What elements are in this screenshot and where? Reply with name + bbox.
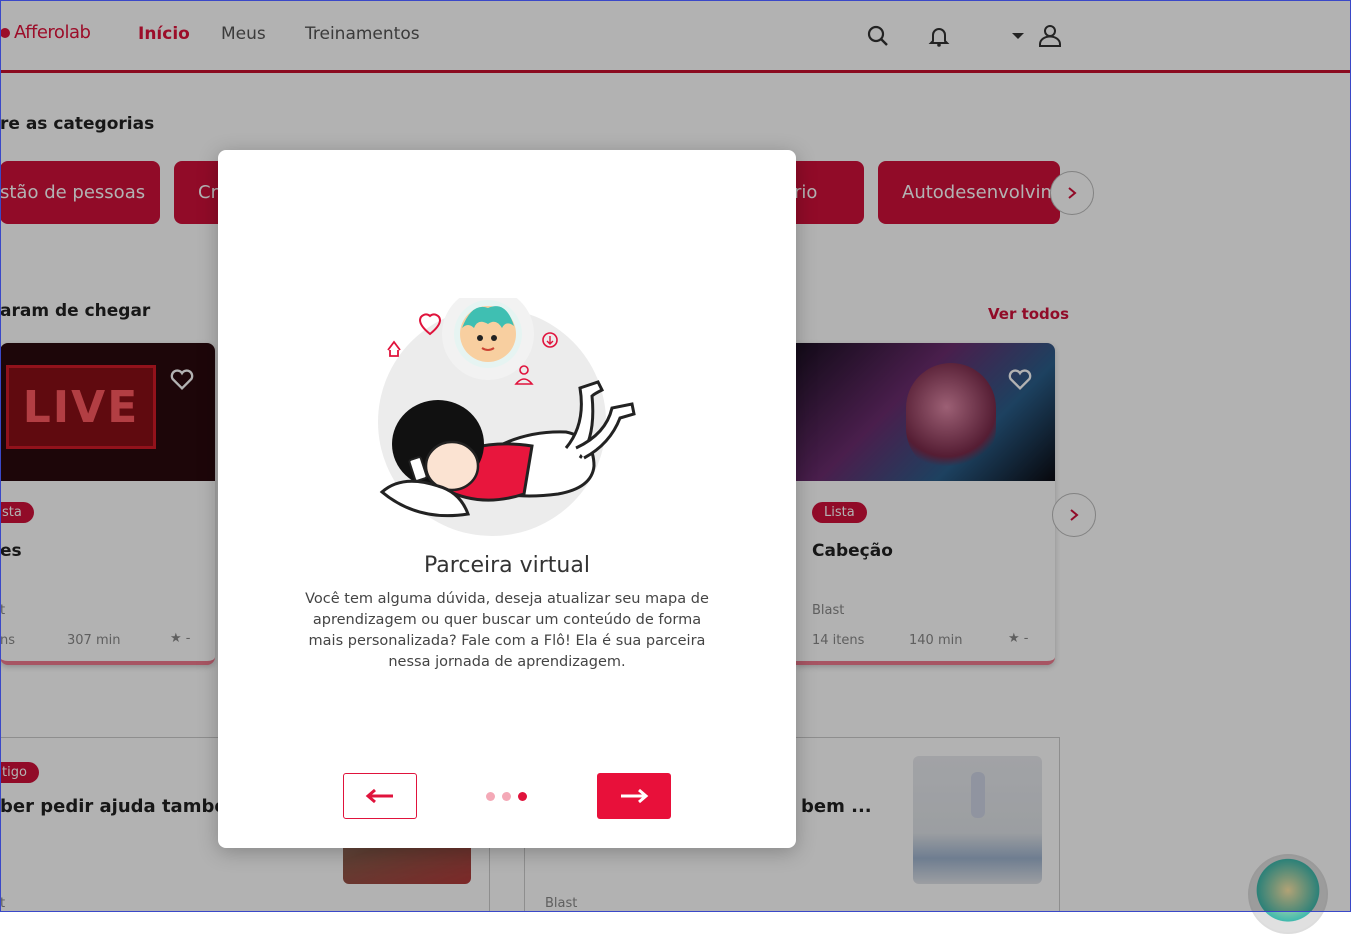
step-dot[interactable] [502,792,511,801]
onboarding-modal: Parceira virtual Você tem alguma dúvida,… [218,150,796,848]
step-dot-active[interactable] [518,792,527,801]
arrow-left-icon [365,788,393,804]
modal-title: Parceira virtual [424,553,590,578]
next-button[interactable] [597,773,671,819]
step-dot[interactable] [486,792,495,801]
arrow-right-icon [621,788,649,804]
modal-description: Você tem alguma dúvida, deseja atualizar… [305,591,709,670]
step-indicator [486,792,527,801]
previous-button[interactable] [343,773,417,819]
virtual-partner-illustration [378,298,636,536]
